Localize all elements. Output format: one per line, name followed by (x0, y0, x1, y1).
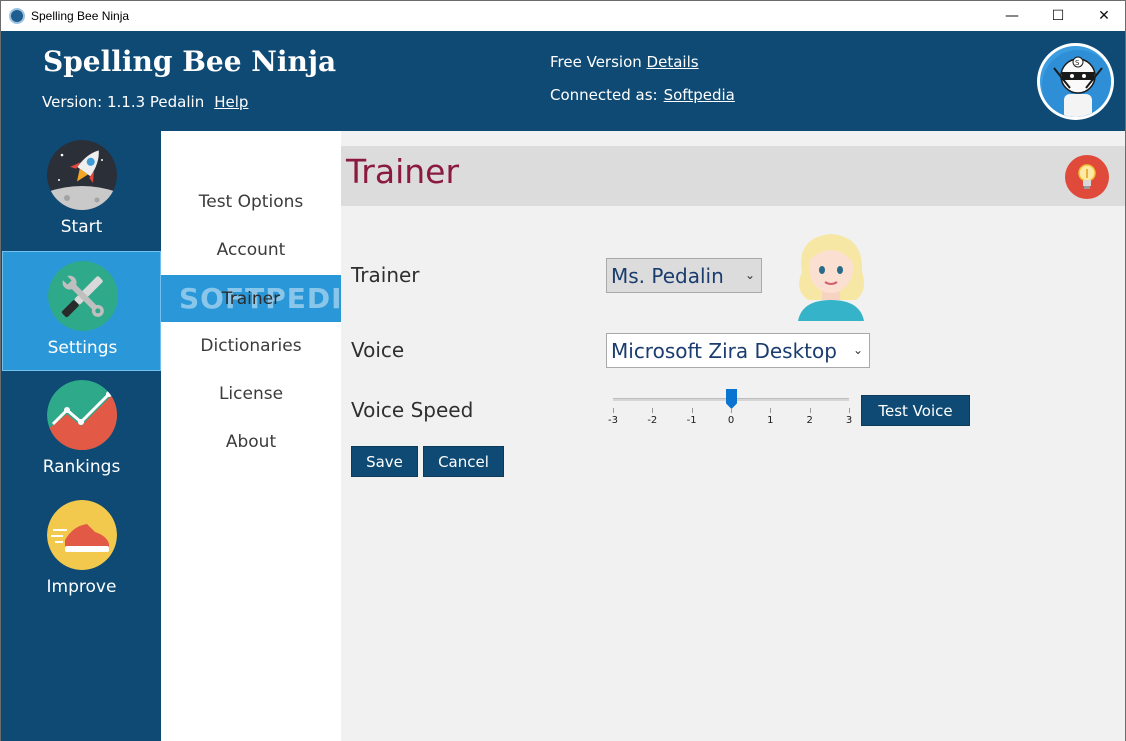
help-link[interactable]: Help (214, 93, 248, 111)
settings-subnav: Test Options Account SOFTPEDIA Trainer D… (161, 131, 364, 741)
slider-tick (770, 408, 772, 413)
nav-label-start: Start (60, 217, 103, 237)
voice-label: Voice (351, 338, 405, 362)
close-button[interactable]: ✕ (1081, 1, 1126, 31)
slider-tick-label: -3 (608, 415, 618, 426)
voice-select-value: Microsoft Zira Desktop (611, 338, 837, 363)
app-header: Spelling Bee Ninja Version: 1.1.3 Pedali… (0, 31, 1126, 131)
slider-tick (613, 408, 614, 413)
voice-speed-slider[interactable]: -3 -2 -1 0 1 2 3 (605, 384, 855, 434)
window-title: Spelling Bee Ninja (31, 9, 130, 23)
nav-item-rankings[interactable]: Rankings (2, 371, 161, 491)
lightbulb-icon[interactable] (1065, 155, 1109, 199)
slider-thumb[interactable] (726, 389, 737, 409)
app-icon (9, 8, 25, 24)
trainer-select[interactable]: Ms. Pedalin ⌄ (606, 258, 762, 293)
subnav-label-trainer: Trainer (221, 288, 281, 309)
nav-item-settings[interactable]: Settings (2, 251, 161, 371)
slider-tick (731, 408, 732, 413)
ninja-avatar-icon[interactable]: S (1037, 43, 1114, 120)
slider-tick (849, 408, 850, 413)
panel-header: Trainer (341, 146, 1125, 206)
svg-text:S: S (1075, 59, 1080, 67)
save-button[interactable]: Save (351, 446, 418, 477)
subnav-item-test-options[interactable]: Test Options (161, 178, 341, 225)
details-link[interactable]: Details (647, 53, 699, 71)
trainer-panel: Trainer Trainer Ms. Pedalin ⌄ Voice Micr… (341, 131, 1126, 741)
maximize-button[interactable]: ☐ (1035, 1, 1081, 31)
minimize-button[interactable]: — (989, 1, 1035, 31)
tools-icon (48, 261, 118, 331)
slider-tick-label: 2 (806, 415, 813, 426)
subnav-item-trainer[interactable]: SOFTPEDIA Trainer (161, 275, 364, 322)
user-link[interactable]: Softpedia (664, 86, 735, 104)
brand-title: Spelling Bee Ninja (43, 45, 337, 78)
subnav-item-account[interactable]: Account (161, 226, 341, 273)
nav-item-improve[interactable]: Improve (2, 491, 161, 611)
plan-label: Free Version (550, 53, 642, 71)
page-title: Trainer (346, 152, 460, 191)
nav-item-start[interactable]: Start (2, 131, 161, 251)
slider-tick-label: -1 (686, 415, 697, 426)
main-nav: Start Settings Rankings Improve (0, 131, 161, 741)
nav-label-rankings: Rankings (42, 457, 121, 477)
cancel-button[interactable]: Cancel (423, 446, 504, 477)
subnav-item-license[interactable]: License (161, 370, 341, 417)
subnav-item-about[interactable]: About (161, 418, 341, 465)
connection-line: Connected as: Softpedia (550, 86, 735, 104)
chevron-down-icon: ⌄ (852, 343, 863, 357)
trainer-select-value: Ms. Pedalin (611, 263, 724, 288)
slider-tick-label: 1 (767, 415, 774, 426)
chevron-down-icon: ⌄ (744, 268, 755, 282)
slider-tick-label: 0 (727, 415, 735, 426)
sneaker-icon (47, 500, 117, 570)
slider-tick-label: -2 (647, 415, 658, 426)
version-line: Version: 1.1.3 Pedalin Help (42, 93, 248, 111)
version-label: Version: 1.1.3 Pedalin (42, 93, 205, 111)
slider-tick-label: 3 (845, 415, 853, 426)
connected-label: Connected as: (550, 86, 658, 104)
chart-icon (47, 380, 117, 450)
voice-select[interactable]: Microsoft Zira Desktop ⌄ (606, 333, 870, 368)
voice-speed-label: Voice Speed (351, 398, 474, 422)
rocket-icon (47, 140, 117, 210)
trainer-avatar (790, 228, 872, 321)
trainer-label: Trainer (351, 263, 420, 287)
nav-label-improve: Improve (46, 577, 117, 597)
subnav-item-dictionaries[interactable]: Dictionaries (161, 322, 341, 369)
window-titlebar: Spelling Bee Ninja — ☐ ✕ (0, 0, 1126, 31)
slider-tick (652, 408, 654, 413)
test-voice-button[interactable]: Test Voice (861, 395, 970, 426)
slider-tick (691, 408, 693, 413)
plan-line: Free Version Details (550, 53, 699, 71)
nav-label-settings: Settings (47, 338, 118, 358)
slider-tick (809, 408, 811, 413)
